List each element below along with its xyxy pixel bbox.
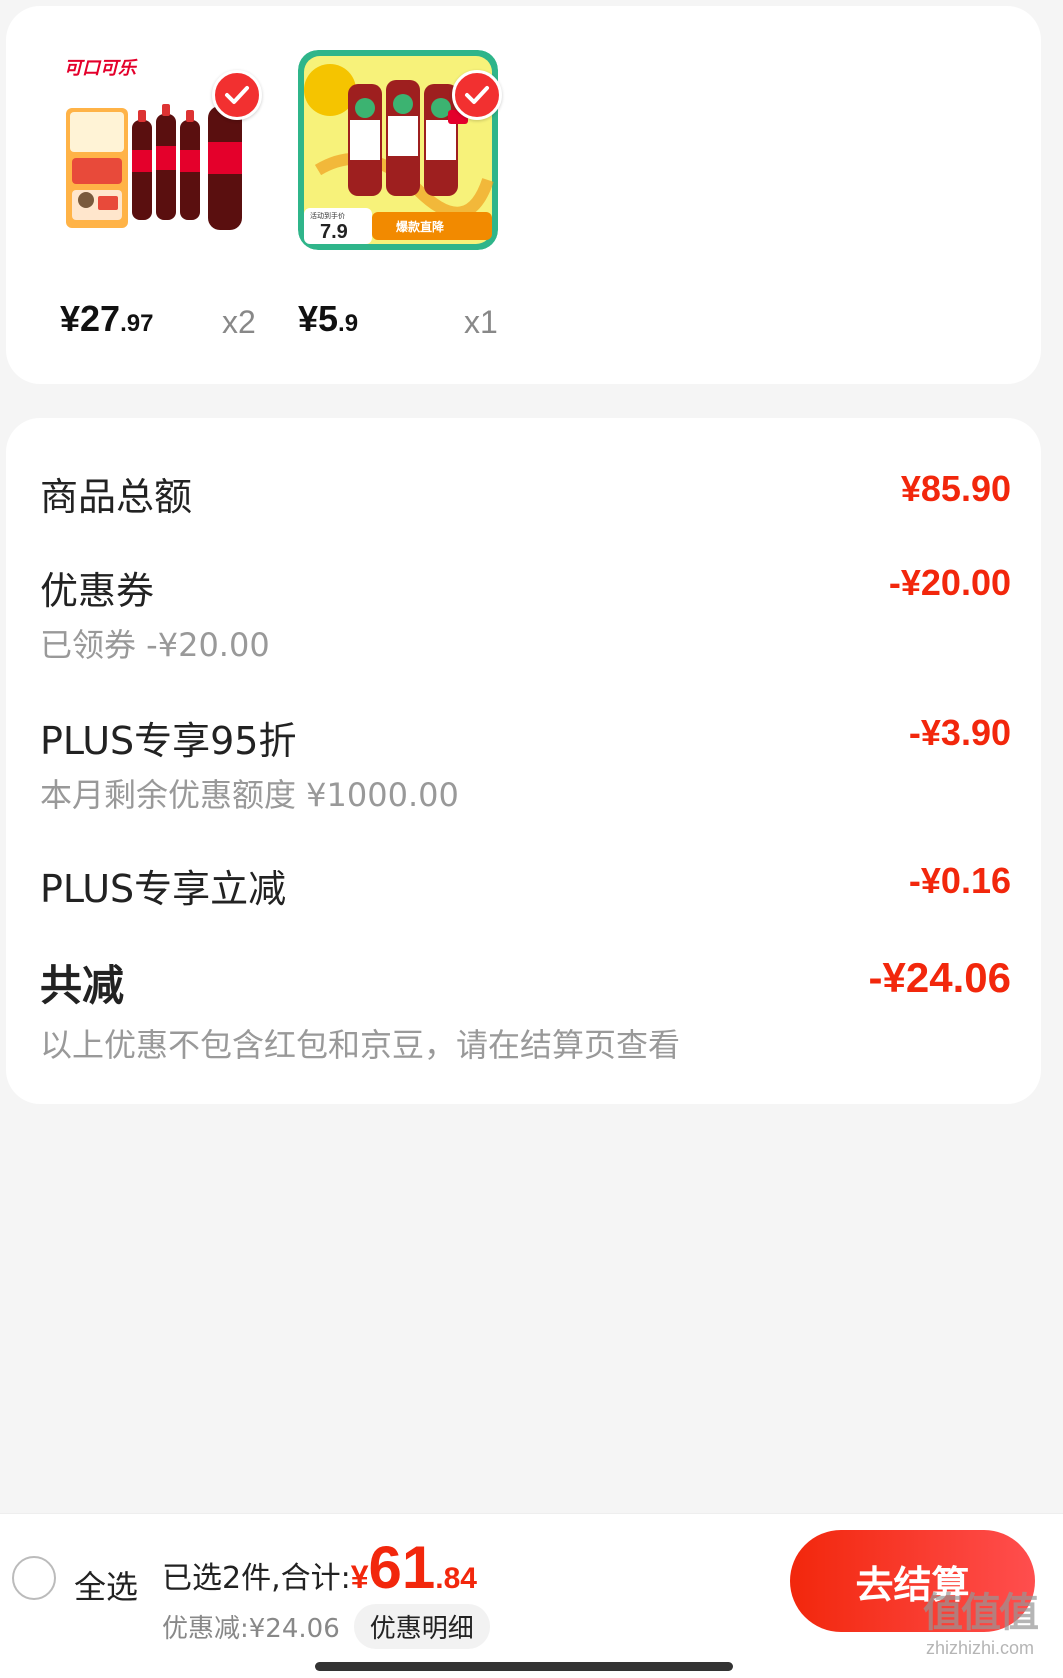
badge-tag: 爆款直降 [396,219,445,234]
price-integer: ¥5 [298,298,339,339]
cart-products-card: 可口可乐 ¥27 .97 x2 活动到手价 7.9 爆款直降 ¥5 .9 x1 [6,6,1041,384]
goods-total-value: ¥85.90 [900,468,1011,509]
price-summary-card: 商品总额 ¥85.90 优惠券 -¥20.00 已领券 -¥20.00 PLUS… [6,418,1041,1104]
select-all-radio[interactable] [12,1556,56,1600]
price-decimal: .97 [120,310,154,337]
discount-note: 以上优惠不包含红包和京豆，请在结算页查看 [40,1026,681,1064]
discount-detail-button[interactable]: 优惠明细 [353,1604,490,1649]
product-checked-icon[interactable] [452,70,502,120]
price-integer: ¥27 [60,298,121,339]
total-currency: ¥ [350,1559,369,1595]
coupon-sub: 已领券 -¥20.00 [40,626,270,664]
price-decimal: .9 [338,310,359,337]
coupon-label: 优惠券 [40,569,155,613]
coupon-value: -¥20.00 [888,562,1011,603]
discount-line: 优惠减:¥24.06 优惠明细 [162,1604,490,1649]
product-item-cola[interactable]: 可口可乐 [58,50,262,250]
plus-discount-sub: 本月剩余优惠额度 ¥1000.00 [40,776,459,814]
select-all-label[interactable]: 全选 [74,1562,138,1608]
plus-discount-label: PLUS专享95折 [40,719,297,763]
product-checked-icon[interactable] [212,70,262,120]
watermark: 值值值 zhizhizhi.com [905,1580,1055,1659]
selected-count-text: 已选2件,合计: [162,1561,351,1596]
product-price-tea: ¥5 .9 [298,298,358,340]
checkout-bar: 全选 已选2件,合计: ¥ 61 .84 优惠减:¥24.06 优惠明细 去结算 [0,1513,1063,1678]
cola-logo: 可口可乐 [64,58,138,79]
total-integer: 61 [368,1534,436,1601]
product-quantity-cola: x2 [222,304,256,340]
plus-reduce-label: PLUS专享立减 [40,867,287,911]
total-decimal: .84 [435,1562,477,1595]
badge-price-label: 活动到手价 [310,211,345,220]
goods-total-label: 商品总额 [40,475,193,519]
total-reduce-label: 共减 [40,961,125,1010]
watermark-logo: 值值值 [923,1591,1039,1635]
total-reduce-value: -¥24.06 [868,954,1011,1001]
plus-discount-value: -¥3.90 [908,712,1011,753]
product-item-tea[interactable]: 活动到手价 7.9 爆款直降 [298,50,502,250]
watermark-site: zhizhizhi.com [925,1638,1035,1658]
product-price-cola: ¥27 .97 [60,298,153,340]
discount-amount-text: 优惠减:¥24.06 [162,1614,340,1644]
product-quantity-tea: x1 [464,304,498,340]
total-line: 已选2件,合计: ¥ 61 .84 [162,1538,477,1598]
badge-price: 7.9 [320,221,348,243]
plus-reduce-value: -¥0.16 [908,860,1011,901]
home-indicator[interactable] [315,1662,733,1671]
